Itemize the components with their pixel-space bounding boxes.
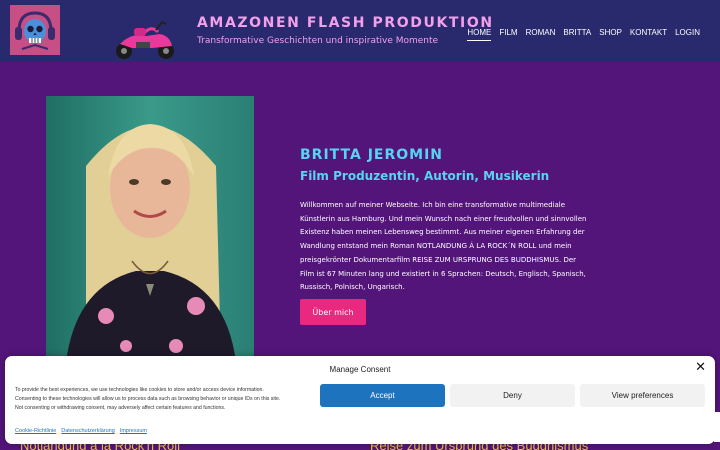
pink-motorcycle-icon [112,18,178,62]
skull-headphones-logo-icon[interactable] [10,5,60,55]
intro-line: Willkommen auf meiner Webseite. Ich bin … [300,201,566,209]
intro-line: preisgekrönter Dokumentarfilm REISE ZUM … [300,255,577,264]
privacy-policy-link[interactable]: Datenschutzerklärung [61,428,115,434]
nav-item-shop[interactable]: SHOP [599,28,622,41]
consent-text-line: To provide the best experiences, we use … [15,387,264,393]
intro-line: Russisch, Polnisch, Ungarisch. [300,283,405,292]
site-tagline: Transformative Geschichten und inspirati… [197,36,439,46]
consent-title: Manage Consent [329,365,391,374]
side-tab-handle[interactable] [714,412,720,442]
view-preferences-button[interactable]: View preferences [580,384,705,407]
hero-name: BRITTA JEROMIN [300,147,444,163]
nav-item-roman[interactable]: ROMAN [526,28,556,41]
nav-item-home[interactable]: HOME [467,28,492,41]
main-nav: HOME FILM ROMAN BRITTA SHOP KONTAKT LOGI… [467,28,700,41]
consent-text-line: Not consenting or withdrawing consent, m… [15,405,226,411]
cookie-policy-link[interactable]: Cookie-Richtlinie [15,428,56,434]
imprint-link[interactable]: Impressum [120,428,147,434]
site-header: AMAZONEN FLASH PRODUKTION Transformative… [0,0,720,62]
nav-item-login[interactable]: LOGIN [675,28,700,41]
nav-item-britta[interactable]: BRITTA [563,28,591,41]
close-icon[interactable]: ✕ [695,360,706,375]
deny-button[interactable]: Deny [450,384,575,407]
intro-line: Existenz haben meinen Lebensweg bestimmt… [300,228,585,237]
portrait-photo [46,96,254,362]
intro-line: Wandlung entstand mein Roman NOTLANDUNG … [300,242,572,251]
accept-button[interactable]: Accept [320,384,445,407]
consent-text-line: Consenting to these technologies will al… [15,396,281,402]
consent-text: To provide the best experiences, we use … [15,386,315,413]
nav-item-film[interactable]: FILM [499,28,517,41]
hero-subtitle: Film Produzentin, Autorin, Musikerin [300,169,550,183]
about-me-button[interactable]: Über mich [300,299,366,325]
nav-item-kontakt[interactable]: KONTAKT [630,28,667,41]
hero-intro-text: Willkommen auf meiner Webseite. Ich bin … [300,199,630,295]
intro-line: Film ist 67 Minuten lang und existiert i… [300,269,586,278]
intro-line: Künstlerin aus Hamburg. Und mein Wunsch … [300,214,587,223]
site-title[interactable]: AMAZONEN FLASH PRODUKTION [197,15,494,31]
consent-links: Cookie-Richtlinie Datenschutzerklärung I… [15,428,147,434]
cookie-consent-banner: Manage Consent ✕ To provide the best exp… [5,356,715,444]
